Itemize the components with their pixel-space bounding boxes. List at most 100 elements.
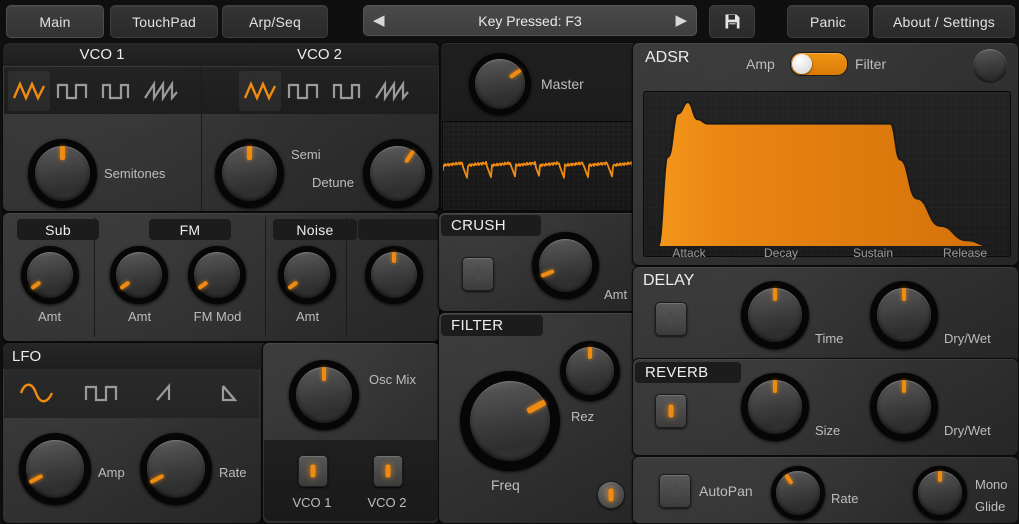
adsr-mode-toggle[interactable]	[790, 52, 848, 76]
adsr-stage-sustain: Sustain	[852, 246, 894, 260]
vco-section: VCO 1 VCO 2 Semitones Semi Detune	[2, 42, 440, 212]
adsr-stage-attack: Attack	[672, 246, 706, 260]
mono-glide-label-line1: Mono	[975, 477, 1008, 492]
autopan-label: AutoPan	[699, 483, 753, 499]
vco2-wave-square[interactable]	[283, 71, 325, 111]
delay-drywet-label: Dry/Wet	[944, 331, 991, 346]
fm-mod-label: FM Mod	[193, 309, 242, 324]
floppy-disk-icon	[725, 14, 739, 29]
extra-knob[interactable]	[365, 246, 423, 304]
adsr-stage-release: Release	[942, 246, 988, 260]
filter-enable-toggle[interactable]	[597, 481, 625, 509]
sub-amt-knob[interactable]	[21, 246, 79, 304]
lfo-amp-knob[interactable]	[19, 433, 91, 505]
vco2-wave-saw[interactable]	[371, 71, 413, 111]
filter-freq-knob[interactable]	[460, 371, 560, 471]
reverb-size-label: Size	[815, 423, 841, 438]
lfo-rate-knob[interactable]	[140, 433, 212, 505]
lfo-wave-square[interactable]	[81, 373, 123, 413]
master-label: Master	[541, 76, 584, 92]
delay-enable-toggle[interactable]	[655, 302, 687, 336]
vco2-title: VCO 2	[296, 46, 342, 63]
lfo-wave-ramp-down[interactable]	[209, 373, 251, 413]
fm-title: FM	[149, 219, 231, 240]
top-toolbar: Main TouchPad Arp/Seq ◀ Key Pressed: F3 …	[0, 0, 1019, 41]
adsr-envelope-plot[interactable]	[643, 91, 1011, 257]
vco2-detune-label: Detune	[312, 175, 354, 190]
crush-enable-toggle[interactable]	[462, 257, 494, 291]
vco1-semitones-knob[interactable]	[28, 139, 97, 208]
save-button[interactable]	[709, 5, 755, 38]
extra-title	[358, 219, 446, 240]
vco1-title: VCO 1	[79, 46, 125, 63]
vco2-semi-knob[interactable]	[215, 139, 284, 208]
adsr-mode-toggle-knob	[792, 54, 812, 74]
reverb-drywet-knob[interactable]	[870, 373, 938, 441]
autopan-rate-knob[interactable]	[771, 466, 825, 520]
mono-glide-knob[interactable]	[913, 466, 967, 520]
crush-section: CRUSH Amt	[438, 212, 638, 312]
crush-amt-label: Amt	[604, 287, 628, 302]
noise-amt-knob[interactable]	[278, 246, 336, 304]
lfo-rate-label: Rate	[219, 465, 247, 480]
reverb-title: REVERB	[635, 362, 741, 383]
master-section: Master	[440, 42, 638, 212]
vco2-detune-knob[interactable]	[363, 139, 432, 208]
synth-window: Main TouchPad Arp/Seq ◀ Key Pressed: F3 …	[0, 0, 1019, 524]
delay-title: DELAY	[643, 272, 695, 289]
master-knob[interactable]	[469, 53, 531, 115]
osc-mix-vco2-toggle[interactable]	[373, 455, 403, 487]
mono-glide-label-line2: Glide	[975, 499, 1006, 514]
reverb-enable-toggle[interactable]	[655, 394, 687, 428]
crush-title: CRUSH	[441, 215, 541, 236]
next-key-button[interactable]: ▶	[675, 13, 687, 28]
osc-mix-label-line1: Osc Mix	[369, 372, 416, 387]
lfo-header-bar: LFO	[3, 343, 270, 369]
reverb-size-knob[interactable]	[741, 373, 809, 441]
vco1-wave-pulse[interactable]	[96, 71, 138, 111]
filter-rez-label: Rez	[571, 409, 595, 424]
reverb-drywet-label: Dry/Wet	[944, 423, 991, 438]
mod-sources-section: Sub Amt FM Amt FM Mod Noise Amt	[2, 212, 446, 342]
lfo-wave-ramp-up[interactable]	[145, 373, 187, 413]
key-pressed-label: Key Pressed: F3	[478, 12, 582, 29]
oscilloscope-display	[442, 121, 638, 211]
vco2-wave-triangle[interactable]	[239, 71, 281, 111]
delay-drywet-knob[interactable]	[870, 281, 938, 349]
osc-mix-vco1-toggle[interactable]	[298, 455, 328, 487]
delay-time-knob[interactable]	[741, 281, 809, 349]
vco2-wave-pulse[interactable]	[327, 71, 369, 111]
about-settings-button[interactable]: About / Settings	[873, 5, 1015, 38]
noise-amt-label: Amt	[295, 309, 320, 324]
sub-amt-label: Amt	[37, 309, 62, 324]
osc-mix-knob[interactable]	[289, 360, 359, 430]
tab-arp-seq[interactable]: Arp/Seq	[222, 5, 328, 38]
vco1-wave-square[interactable]	[52, 71, 94, 111]
lfo-title: LFO	[12, 347, 42, 365]
autopan-rate-label: Rate	[831, 491, 859, 506]
fm-mod-knob[interactable]	[188, 246, 246, 304]
fm-amt-knob[interactable]	[110, 246, 168, 304]
lfo-section: LFO Amp Rate	[2, 342, 270, 524]
filter-section: FILTER Rez Freq	[438, 312, 638, 524]
delay-section: DELAY Time Dry/Wet	[632, 266, 1019, 364]
oscilloscope-waveform	[442, 160, 638, 179]
lfo-amp-label: Amp	[98, 465, 125, 480]
vco1-wave-triangle[interactable]	[8, 71, 50, 111]
adsr-stage-decay: Decay	[763, 246, 798, 260]
lfo-wave-sine[interactable]	[17, 373, 59, 413]
filter-rez-knob[interactable]	[560, 341, 620, 401]
prev-key-button[interactable]: ◀	[373, 13, 385, 28]
tab-main[interactable]: Main	[6, 5, 104, 38]
panic-button[interactable]: Panic	[787, 5, 869, 38]
crush-amt-knob[interactable]	[532, 232, 599, 299]
vco2-semi-label: Semi	[291, 147, 321, 162]
adsr-amp-label: Amp	[746, 56, 775, 72]
adsr-filter-label: Filter	[855, 56, 887, 72]
autopan-enable-toggle[interactable]	[659, 474, 691, 508]
adsr-aux-knob[interactable]	[973, 49, 1007, 83]
adsr-section: ADSR Amp Filter Attack Decay Sustain Rel…	[632, 42, 1019, 266]
tab-touchpad[interactable]: TouchPad	[110, 5, 218, 38]
delay-time-label: Time	[815, 331, 844, 346]
vco1-wave-saw[interactable]	[140, 71, 182, 111]
